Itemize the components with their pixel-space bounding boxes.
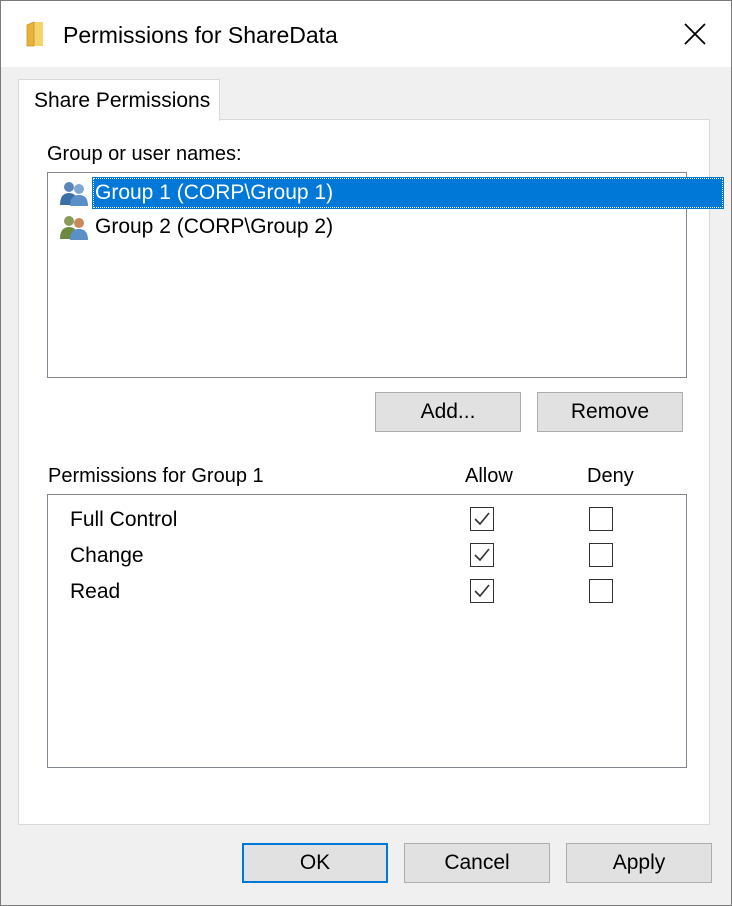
apply-button[interactable]: Apply — [566, 843, 712, 883]
tab-share-permissions[interactable]: Share Permissions — [18, 79, 220, 121]
close-button[interactable] — [673, 13, 717, 55]
checkmark-icon — [474, 548, 490, 562]
permission-name: Read — [70, 580, 121, 603]
title-bar[interactable]: Permissions for ShareData — [1, 1, 731, 67]
list-item-group-1[interactable]: Group 1 (CORP\Group 1) — [58, 176, 724, 210]
allow-checkbox-full-control[interactable] — [470, 507, 494, 531]
deny-checkbox-change[interactable] — [589, 543, 613, 567]
group-listbox[interactable]: Group 1 (CORP\Group 1) Group 2 (CORP\Gro… — [47, 172, 724, 378]
allow-column-header: Allow — [465, 465, 513, 487]
remove-button[interactable]: Remove — [537, 392, 683, 432]
cancel-button[interactable]: Cancel — [404, 843, 550, 883]
permission-row-read: Read — [48, 575, 684, 609]
permissions-dialog: Permissions for ShareData Share Permissi… — [0, 0, 732, 906]
allow-checkbox-read[interactable] — [470, 579, 494, 603]
permission-name: Change — [70, 544, 144, 567]
checkmark-icon — [474, 512, 490, 526]
permission-name: Full Control — [70, 508, 178, 531]
close-icon — [684, 23, 706, 45]
deny-checkbox-read[interactable] — [589, 579, 613, 603]
permissions-label: Permissions for Group 1 — [48, 465, 264, 487]
list-item-group-2[interactable]: Group 2 (CORP\Group 2) — [58, 210, 358, 244]
add-button[interactable]: Add... — [375, 392, 521, 432]
deny-column-header: Deny — [587, 465, 634, 487]
list-item-label: Group 1 (CORP\Group 1) — [92, 177, 724, 209]
group-users-icon — [58, 215, 92, 241]
tab-label: Share Permissions — [34, 89, 211, 112]
permission-row-full-control: Full Control — [48, 503, 684, 537]
folder-icon — [25, 21, 45, 47]
ok-button[interactable]: OK — [242, 843, 388, 883]
group-list-label: Group or user names: — [47, 143, 242, 165]
group-users-icon — [58, 181, 92, 207]
allow-checkbox-change[interactable] — [470, 543, 494, 567]
permission-row-change: Change — [48, 539, 684, 573]
tab-panel: Group or user names: Group 1 (CORP\Group… — [18, 119, 724, 825]
checkmark-icon — [474, 584, 490, 598]
window-title: Permissions for ShareData — [63, 22, 338, 48]
deny-checkbox-full-control[interactable] — [589, 507, 613, 531]
permissions-list: Full Control Change Read — [47, 494, 687, 768]
list-item-label: Group 2 (CORP\Group 2) — [95, 215, 334, 238]
